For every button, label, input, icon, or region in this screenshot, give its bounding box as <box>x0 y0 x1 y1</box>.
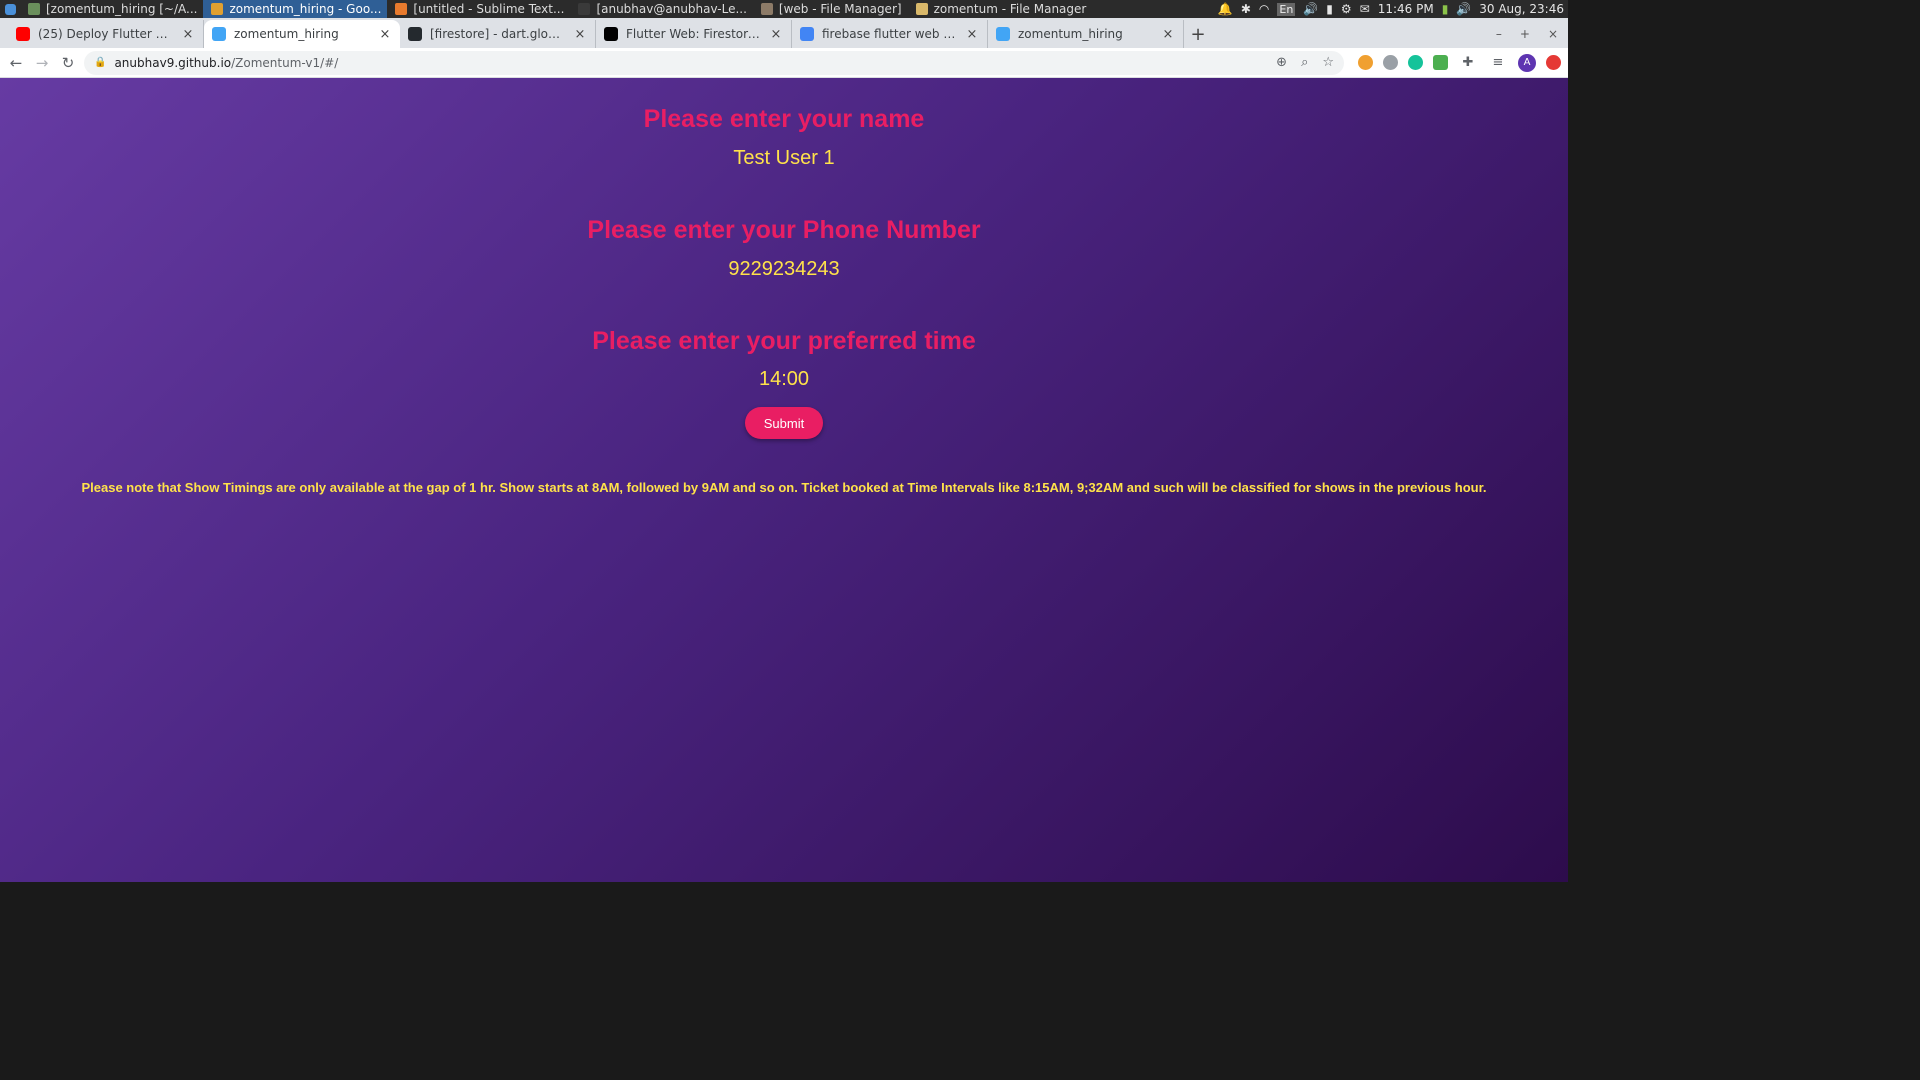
forward-arrow-icon[interactable]: → <box>32 53 52 73</box>
tab-title: firebase flutter web cannot <box>822 27 957 41</box>
flutter-icon <box>996 27 1010 41</box>
taskbar-task[interactable]: [anubhav@anubhav-Le... <box>570 0 752 18</box>
app-icon <box>578 3 591 15</box>
tab-title: (25) Deploy Flutter Web on <box>38 27 173 41</box>
taskbar-task[interactable]: [untitled - Sublime Text... <box>387 0 570 18</box>
bookmark-star-icon[interactable]: ☆ <box>1322 55 1334 70</box>
tab-close-icon[interactable]: × <box>378 27 392 42</box>
submit-button[interactable]: Submit <box>745 407 823 439</box>
maximize-icon[interactable]: + <box>1520 27 1530 41</box>
tab-title: zomentum_hiring <box>1018 27 1123 41</box>
browser-tab[interactable]: zomentum_hiring × <box>204 20 400 48</box>
web-page-content: Please enter your name Test User 1 Pleas… <box>0 78 1568 882</box>
lock-icon[interactable]: 🔒 <box>94 57 106 68</box>
extensions-area: ✚ ≡ A <box>1358 53 1561 73</box>
app-icon <box>211 3 224 15</box>
browser-tab[interactable]: firebase flutter web cannot × <box>792 20 988 48</box>
battery-icon[interactable]: ▮ <box>1326 2 1333 16</box>
taskbar-task[interactable]: [web - File Manager] <box>753 0 908 18</box>
start-menu-button[interactable] <box>0 0 20 18</box>
new-tab-button[interactable]: + <box>1184 20 1212 48</box>
battery-status-icon[interactable]: ▮ <box>1442 2 1449 16</box>
browser-tab[interactable]: Flutter Web: Firestore CRU × <box>596 20 792 48</box>
tray-datetime[interactable]: 30 Aug, 23:46 <box>1479 2 1564 16</box>
dev-icon <box>604 27 618 41</box>
speaker-icon[interactable]: 🔊 <box>1456 2 1471 16</box>
time-value[interactable]: 14:00 <box>0 368 1568 391</box>
youtube-icon <box>16 27 30 41</box>
taskbar-task-label: zomentum - File Manager <box>933 2 1087 16</box>
browser-tab[interactable]: [firestore] - dart.global.fire × <box>400 20 596 48</box>
window-controls: – + × <box>1496 20 1568 48</box>
github-icon <box>408 27 422 41</box>
taskbar-task-label: [anubhav@anubhav-Le... <box>596 2 747 16</box>
extension-icon[interactable] <box>1383 55 1398 70</box>
puzzle-extensions-icon[interactable]: ✚ <box>1458 53 1478 73</box>
close-window-icon[interactable]: × <box>1548 27 1558 41</box>
reload-icon[interactable]: ↻ <box>58 53 78 73</box>
show-timing-note: Please note that Show Timings are only a… <box>81 480 1487 495</box>
tab-close-icon[interactable]: × <box>769 27 783 42</box>
phone-heading: Please enter your Phone Number <box>587 216 981 244</box>
tab-title: Flutter Web: Firestore CRU <box>626 27 761 41</box>
app-icon <box>395 3 408 15</box>
taskbar-task[interactable]: zomentum - File Manager <box>908 0 1093 18</box>
grammarly-extension-icon[interactable] <box>1408 55 1423 70</box>
minimize-icon[interactable]: – <box>1496 27 1502 41</box>
tab-title: [firestore] - dart.global.fire <box>430 27 565 41</box>
browser-tab-strip: (25) Deploy Flutter Web on×zomentum_hiri… <box>0 18 1568 48</box>
app-icon <box>760 3 773 15</box>
zoom-icon[interactable]: ⌕ <box>1301 55 1308 70</box>
taskbar-task[interactable]: [zomentum_hiring [~/A... <box>20 0 203 18</box>
name-heading: Please enter your name <box>643 105 925 133</box>
system-tray: 🔔 ✱ ◠ En 🔊 ▮ ⚙ ✉ 11:46 PM ▮ 🔊 30 Aug, 23… <box>1218 2 1568 16</box>
profile-avatar[interactable]: A <box>1518 53 1536 72</box>
taskbar-task-label: zomentum_hiring - Goo... <box>229 2 382 16</box>
cookie-extension-icon[interactable] <box>1358 55 1373 70</box>
taskbar-task-label: [web - File Manager] <box>778 2 902 16</box>
tab-close-icon[interactable]: × <box>573 27 587 42</box>
volume-icon[interactable]: 🔊 <box>1303 2 1318 16</box>
address-bar[interactable]: 🔒 anubhav9.github.io/Zomentum-v1/#/ ⊕ ⌕ … <box>84 50 1344 75</box>
keyboard-language-indicator[interactable]: En <box>1277 2 1296 16</box>
tab-title: zomentum_hiring <box>234 27 339 41</box>
tab-close-icon[interactable]: × <box>181 27 195 42</box>
os-taskbar: [zomentum_hiring [~/A... zomentum_hiring … <box>0 0 1568 18</box>
start-menu-icon <box>4 3 16 15</box>
media-queue-icon[interactable]: ≡ <box>1488 53 1508 73</box>
url-host: anubhav9.github.io <box>114 55 232 70</box>
back-arrow-icon[interactable]: ← <box>6 53 26 73</box>
bluetooth-icon[interactable]: ✱ <box>1241 2 1251 16</box>
google-icon <box>800 27 814 41</box>
phone-value[interactable]: 9229234243 <box>0 258 1568 281</box>
flutter-icon <box>212 27 226 41</box>
tab-close-icon[interactable]: × <box>1161 27 1175 42</box>
browser-toolbar: ← → ↻ 🔒 anubhav9.github.io/Zomentum-v1/#… <box>0 48 1568 78</box>
tab-close-icon[interactable]: × <box>965 27 979 42</box>
install-app-icon[interactable]: ⊕ <box>1276 55 1287 70</box>
green-extension-icon[interactable] <box>1433 55 1448 70</box>
taskbar-task-label: [zomentum_hiring [~/A... <box>46 2 198 16</box>
settings-gear-icon[interactable]: ⚙ <box>1341 2 1352 16</box>
browser-tab[interactable]: zomentum_hiring × <box>988 20 1184 48</box>
time-heading: Please enter your preferred time <box>592 327 976 355</box>
app-icon <box>915 3 928 15</box>
tray-clock[interactable]: 11:46 PM <box>1378 2 1434 16</box>
browser-tab[interactable]: (25) Deploy Flutter Web on × <box>8 20 204 48</box>
url-path: /Zomentum-v1/#/ <box>231 55 339 70</box>
app-icon <box>28 3 40 15</box>
browser-tabs: (25) Deploy Flutter Web on×zomentum_hiri… <box>8 20 1184 48</box>
mail-icon[interactable]: ✉ <box>1360 2 1370 16</box>
update-alert-icon[interactable] <box>1546 55 1561 70</box>
wifi-icon[interactable]: ◠ <box>1259 2 1269 16</box>
taskbar-task-label: [untitled - Sublime Text... <box>413 2 565 16</box>
taskbar-task-list: [zomentum_hiring [~/A... zomentum_hiring … <box>20 0 1092 18</box>
taskbar-task[interactable]: zomentum_hiring - Goo... <box>203 0 388 18</box>
name-value[interactable]: Test User 1 <box>0 147 1568 170</box>
notification-bell-icon[interactable]: 🔔 <box>1218 2 1233 16</box>
